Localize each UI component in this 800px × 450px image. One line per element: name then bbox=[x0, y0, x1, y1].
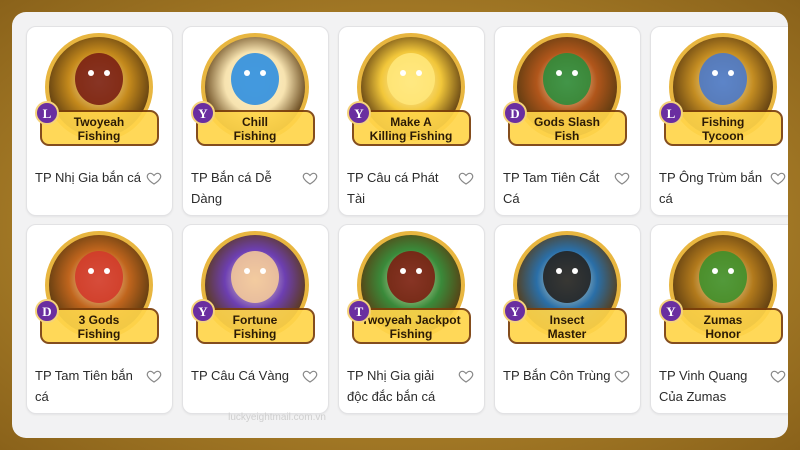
game-title[interactable]: TP Bắn cá Dễ Dàng bbox=[191, 167, 299, 209]
game-title[interactable]: TP Bắn Côn Trùng bbox=[503, 365, 611, 386]
game-thumbnail[interactable]: Make A Killing Fishing Y bbox=[339, 27, 484, 157]
game-logo-art: FishingTycoon L bbox=[659, 33, 783, 146]
svg-text:Y: Y bbox=[354, 106, 364, 121]
game-logo-art: FortuneFishing Y bbox=[191, 231, 315, 344]
game-card[interactable]: 3 Gods Fishing D TP Tam Tiên bắn cá bbox=[26, 224, 173, 414]
game-title[interactable]: TP Nhị Gia giải độc đắc bắn cá bbox=[347, 365, 455, 407]
game-title[interactable]: TP Câu Cá Vàng bbox=[191, 365, 299, 386]
svg-text:Chill: Chill bbox=[242, 115, 268, 129]
game-card[interactable]: Zumas Honor Y TP Vinh Quang Của Zumas bbox=[650, 224, 788, 414]
svg-text:Insect: Insect bbox=[550, 313, 585, 327]
game-grid-panel: Twoyeah Fishing L TP Nhị Gia bắn cá Chill Fis… bbox=[12, 12, 788, 438]
game-thumbnail[interactable]: Zumas Honor Y bbox=[651, 225, 788, 355]
game-card[interactable]: Fishing Tycoon L TP Ông Trùm bắn cá bbox=[650, 26, 788, 216]
svg-text:Fortune: Fortune bbox=[233, 313, 278, 327]
svg-text:Zumas: Zumas bbox=[704, 313, 743, 327]
svg-text:Y: Y bbox=[198, 106, 208, 121]
svg-text:Fishing: Fishing bbox=[78, 129, 121, 143]
svg-text:Fishing: Fishing bbox=[702, 115, 745, 129]
svg-text:Fishing: Fishing bbox=[78, 327, 121, 341]
game-logo-art: ChillFishing Y bbox=[191, 33, 315, 146]
game-thumbnail[interactable]: Gods Slash Fish D bbox=[495, 27, 640, 157]
game-card[interactable]: Gods Slash Fish D TP Tam Tiên Cắt Cá bbox=[494, 26, 641, 216]
game-title[interactable]: TP Câu cá Phát Tài bbox=[347, 167, 455, 209]
favorite-heart-icon[interactable] bbox=[299, 167, 321, 189]
favorite-heart-icon[interactable] bbox=[143, 167, 165, 189]
game-title[interactable]: TP Vinh Quang Của Zumas bbox=[659, 365, 767, 407]
game-logo-art: InsectMaster Y bbox=[503, 231, 627, 344]
game-logo-art: Twoyeah JackpotFishing T bbox=[347, 231, 471, 344]
svg-text:Y: Y bbox=[198, 304, 208, 319]
svg-text:L: L bbox=[43, 106, 52, 121]
game-thumbnail[interactable]: Twoyeah Fishing L bbox=[27, 27, 172, 157]
game-logo-art: Make AKilling Fishing Y bbox=[347, 33, 471, 146]
favorite-heart-icon[interactable] bbox=[455, 365, 477, 387]
svg-text:Fishing: Fishing bbox=[390, 327, 433, 341]
game-thumbnail[interactable]: Chill Fishing Y bbox=[183, 27, 328, 157]
svg-text:Honor: Honor bbox=[705, 327, 741, 341]
game-logo-art: Gods SlashFish D bbox=[503, 33, 627, 146]
game-title[interactable]: TP Tam Tiên Cắt Cá bbox=[503, 167, 611, 209]
svg-text:Fishing: Fishing bbox=[234, 327, 277, 341]
svg-text:Fish: Fish bbox=[555, 129, 580, 143]
watermark-text: luckyeightmail.com.vn bbox=[228, 412, 326, 423]
game-thumbnail[interactable]: Fortune Fishing Y bbox=[183, 225, 328, 355]
game-card[interactable]: Fortune Fishing Y TP Câu Cá Vàng bbox=[182, 224, 329, 414]
favorite-heart-icon[interactable] bbox=[455, 167, 477, 189]
game-title[interactable]: TP Ông Trùm bắn cá bbox=[659, 167, 767, 209]
game-logo-art: TwoyeahFishing L bbox=[35, 33, 159, 146]
svg-text:T: T bbox=[355, 304, 364, 319]
game-card[interactable]: Insect Master Y TP Bắn Côn Trùng bbox=[494, 224, 641, 414]
favorite-heart-icon[interactable] bbox=[611, 365, 633, 387]
game-thumbnail[interactable]: Insect Master Y bbox=[495, 225, 640, 355]
game-card[interactable]: Chill Fishing Y TP Bắn cá Dễ Dàng bbox=[182, 26, 329, 216]
game-thumbnail[interactable]: Fishing Tycoon L bbox=[651, 27, 788, 157]
favorite-heart-icon[interactable] bbox=[767, 167, 788, 189]
game-card[interactable]: Twoyeah Jackpot Fishing T TP Nhị Gia giải đ… bbox=[338, 224, 485, 414]
favorite-heart-icon[interactable] bbox=[143, 365, 165, 387]
game-title[interactable]: TP Nhị Gia bắn cá bbox=[35, 167, 143, 188]
svg-text:Fishing: Fishing bbox=[234, 129, 277, 143]
svg-text:Killing Fishing: Killing Fishing bbox=[370, 129, 453, 143]
favorite-heart-icon[interactable] bbox=[299, 365, 321, 387]
favorite-heart-icon[interactable] bbox=[767, 365, 788, 387]
game-logo-art: ZumasHonor Y bbox=[659, 231, 783, 344]
game-thumbnail[interactable]: Twoyeah Jackpot Fishing T bbox=[339, 225, 484, 355]
svg-text:L: L bbox=[667, 106, 676, 121]
game-logo-art: 3 GodsFishing D bbox=[35, 231, 159, 344]
game-card[interactable]: Twoyeah Fishing L TP Nhị Gia bắn cá bbox=[26, 26, 173, 216]
svg-text:Master: Master bbox=[548, 327, 587, 341]
svg-text:D: D bbox=[42, 304, 51, 319]
svg-text:3 Gods: 3 Gods bbox=[79, 313, 120, 327]
svg-text:Twoyeah: Twoyeah bbox=[74, 115, 124, 129]
svg-text:Gods Slash: Gods Slash bbox=[534, 115, 600, 129]
svg-text:Tycoon: Tycoon bbox=[702, 129, 744, 143]
game-card[interactable]: Make A Killing Fishing Y TP Câu cá Phát Tài bbox=[338, 26, 485, 216]
svg-text:Y: Y bbox=[510, 304, 520, 319]
svg-text:Twoyeah Jackpot: Twoyeah Jackpot bbox=[361, 313, 460, 327]
game-title[interactable]: TP Tam Tiên bắn cá bbox=[35, 365, 143, 407]
svg-text:Y: Y bbox=[666, 304, 676, 319]
svg-text:D: D bbox=[510, 106, 519, 121]
favorite-heart-icon[interactable] bbox=[611, 167, 633, 189]
svg-text:Make A: Make A bbox=[390, 115, 432, 129]
game-thumbnail[interactable]: 3 Gods Fishing D bbox=[27, 225, 172, 355]
